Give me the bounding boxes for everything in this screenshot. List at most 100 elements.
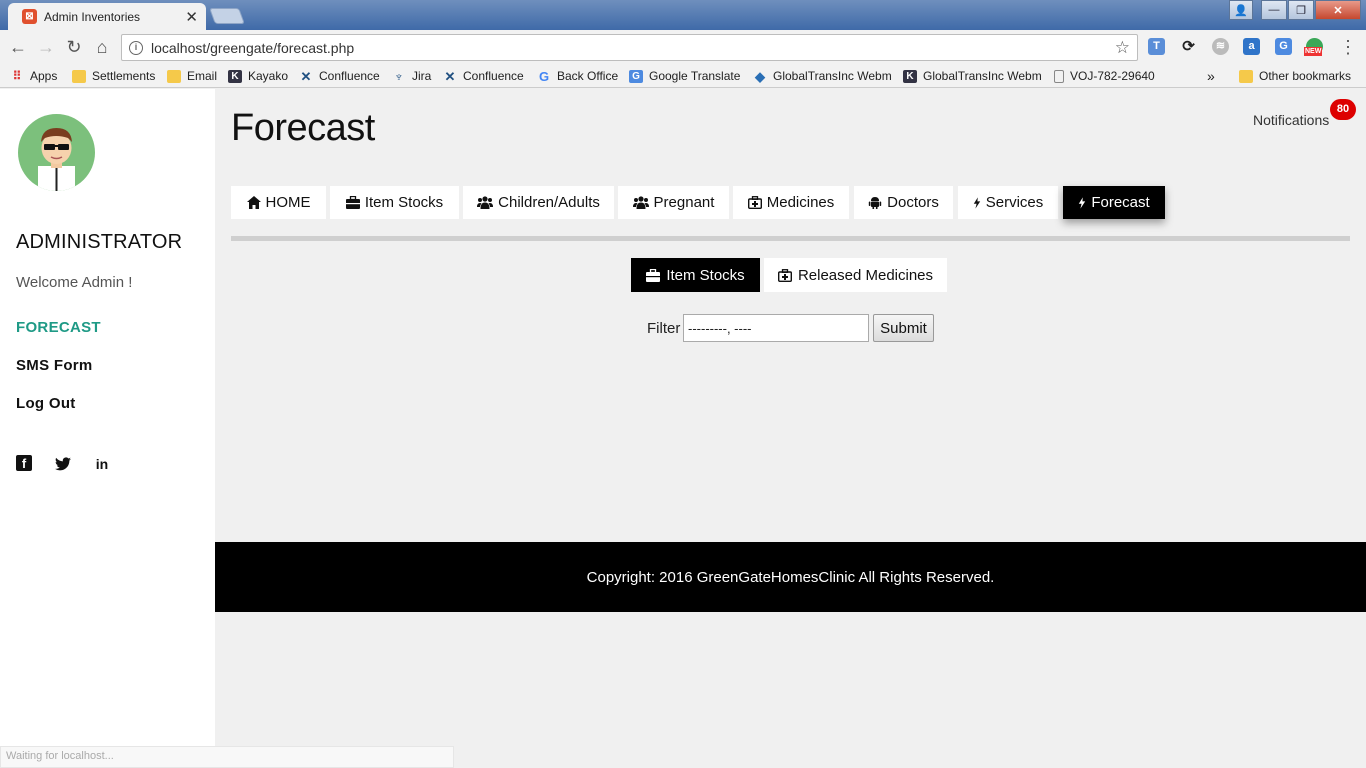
linkedin-icon[interactable]: in xyxy=(93,455,111,473)
briefcase-icon xyxy=(646,268,661,282)
close-tab-icon[interactable]: ✕ xyxy=(185,8,198,26)
medkit-icon xyxy=(777,268,792,282)
tab-label: Medicines xyxy=(766,194,835,211)
extension-spotify-icon[interactable]: ≋ xyxy=(1212,38,1229,55)
browser-tab[interactable]: ⊠ Admin Inventories ✕ xyxy=(8,3,206,30)
tab-label: Doctors xyxy=(887,194,939,211)
notifications-link[interactable]: Notifications xyxy=(1253,112,1329,128)
bookmark-label: Apps xyxy=(30,69,58,83)
tab-forecast[interactable]: Forecast xyxy=(1063,186,1165,219)
tab-pregnant[interactable]: Pregnant xyxy=(618,186,729,219)
bookmark-label: Confluence xyxy=(319,69,380,83)
bookmark-email[interactable]: Email xyxy=(167,67,217,85)
close-window-button[interactable]: ✕ xyxy=(1315,0,1361,20)
maximize-button[interactable]: ❐ xyxy=(1288,0,1314,20)
sidebar-link-forecast[interactable]: FORECAST xyxy=(16,319,101,336)
browser-tabstrip: ⊠ Admin Inventories ✕ 👤 — ❐ ✕ xyxy=(0,0,1366,30)
tab-label: HOME xyxy=(265,194,311,211)
bookmark-label: Google Translate xyxy=(649,69,741,83)
tab-doctors[interactable]: Doctors xyxy=(854,186,953,219)
tab-label: Pregnant xyxy=(653,194,715,211)
extension-new-icon[interactable]: NEW xyxy=(1304,38,1323,56)
reload-icon[interactable]: ↻ xyxy=(62,35,86,59)
briefcase-icon xyxy=(345,196,360,209)
folder-icon xyxy=(72,69,86,83)
filter-label: Filter xyxy=(647,320,681,337)
notifications-badge[interactable]: 80 xyxy=(1330,99,1356,120)
extension-a-icon[interactable]: a xyxy=(1243,38,1260,55)
info-icon[interactable]: i xyxy=(129,40,143,55)
extension-translate-icon[interactable]: T xyxy=(1148,38,1165,55)
tab-title: Admin Inventories xyxy=(44,9,141,24)
page-icon xyxy=(1054,69,1064,83)
page-title: Forecast xyxy=(231,107,375,149)
url-text[interactable]: localhost/greengate/forecast.php xyxy=(151,40,1115,56)
bookmark-other[interactable]: Other bookmarks xyxy=(1239,67,1351,85)
filter-month-input[interactable] xyxy=(683,314,869,342)
bookmark-google-translate[interactable]: G Google Translate xyxy=(629,67,740,85)
bookmark-label: GlobalTransInc Webm xyxy=(773,69,892,83)
kayako-icon: K xyxy=(228,69,242,83)
tab-label: Children/Adults xyxy=(498,194,600,211)
user-profile-icon[interactable]: 👤 xyxy=(1229,0,1253,20)
bookmark-label: Kayako xyxy=(248,69,289,83)
copyright-text: Copyright: 2016 GreenGateHomesClinic All… xyxy=(586,568,995,586)
bookmark-label: VOJ-782-29640 xyxy=(1070,69,1155,83)
folder-icon xyxy=(1239,69,1253,83)
tab-services[interactable]: Services xyxy=(958,186,1058,219)
extension-sync-icon[interactable]: ⟳ xyxy=(1180,38,1197,55)
google-translate-icon: G xyxy=(629,69,643,83)
globe-icon: ◆ xyxy=(755,68,765,84)
bookmark-confluence-2[interactable]: ✕ Confluence xyxy=(443,67,524,85)
role-heading: ADMINISTRATOR xyxy=(16,231,183,253)
bookmark-kayako[interactable]: K Kayako xyxy=(228,67,288,85)
tab-home[interactable]: HOME xyxy=(231,186,326,219)
home-icon xyxy=(246,196,261,209)
bookmark-settlements[interactable]: Settlements xyxy=(72,67,155,85)
back-arrow-icon[interactable]: ← xyxy=(6,35,30,59)
main-content: Forecast Notifications 80 HOME Item Stoc… xyxy=(215,89,1366,768)
menu-dots-icon[interactable]: ⋮ xyxy=(1336,35,1360,59)
bookmark-star-icon[interactable]: ☆ xyxy=(1115,38,1130,58)
bookmark-label: Other bookmarks xyxy=(1259,69,1352,83)
welcome-text: Welcome Admin ! xyxy=(16,274,133,291)
twitter-icon[interactable] xyxy=(54,455,72,473)
subtab-item-stocks[interactable]: Item Stocks xyxy=(631,258,760,292)
folder-icon xyxy=(167,69,181,83)
tab-label: Forecast xyxy=(1091,194,1150,211)
users-icon xyxy=(632,196,649,209)
footer: Copyright: 2016 GreenGateHomesClinic All… xyxy=(215,542,1366,612)
tab-children-adults[interactable]: Children/Adults xyxy=(463,186,614,219)
confluence-icon: ✕ xyxy=(300,68,312,84)
address-bar[interactable]: i localhost/greengate/forecast.php ☆ xyxy=(121,34,1138,61)
bookmark-label: Back Office xyxy=(557,69,619,83)
tab-medicines[interactable]: Medicines xyxy=(733,186,849,219)
sidebar-link-log-out[interactable]: Log Out xyxy=(16,395,76,412)
facebook-icon[interactable]: f xyxy=(16,455,32,471)
more-bookmarks-button[interactable]: » xyxy=(1207,67,1215,85)
bookmark-globaltransinc-1[interactable]: ◆ GlobalTransInc Webm xyxy=(753,67,892,85)
subtab-label: Released Medicines xyxy=(797,266,934,284)
bookmark-apps[interactable]: ⠿ Apps xyxy=(10,67,58,85)
minimize-button[interactable]: — xyxy=(1261,0,1287,20)
bookmark-voj[interactable]: VOJ-782-29640 xyxy=(1054,67,1155,85)
avatar xyxy=(18,114,95,191)
bookmark-globaltransinc-2[interactable]: K GlobalTransInc Webm xyxy=(903,67,1042,85)
bookmark-jira[interactable]: ♆ Jira xyxy=(392,67,431,85)
subtab-released-medicines[interactable]: Released Medicines xyxy=(764,258,947,292)
avatar-illustration-icon xyxy=(38,128,75,191)
bookmark-confluence[interactable]: ✕ Confluence xyxy=(299,67,380,85)
bookmark-label: Settlements xyxy=(92,69,156,83)
home-icon[interactable]: ⌂ xyxy=(90,35,114,59)
bookmark-back-office[interactable]: G Back Office xyxy=(537,67,618,85)
extension-google-translate-icon[interactable]: G xyxy=(1275,38,1292,55)
forward-arrow-icon[interactable]: → xyxy=(34,35,58,59)
browser-toolbar: ← → ↻ ⌂ i localhost/greengate/forecast.p… xyxy=(0,30,1366,64)
submit-button[interactable]: Submit xyxy=(873,314,934,342)
bookmarks-bar: ⠿ Apps Settlements Email K Kayako ✕ Conf… xyxy=(0,64,1366,88)
new-tab-button[interactable] xyxy=(209,8,245,24)
sidebar-link-sms-form[interactable]: SMS Form xyxy=(16,357,93,374)
bookmark-label: Email xyxy=(187,69,218,83)
bookmark-label: GlobalTransInc Webm xyxy=(923,69,1042,83)
tab-item-stocks[interactable]: Item Stocks xyxy=(330,186,459,219)
